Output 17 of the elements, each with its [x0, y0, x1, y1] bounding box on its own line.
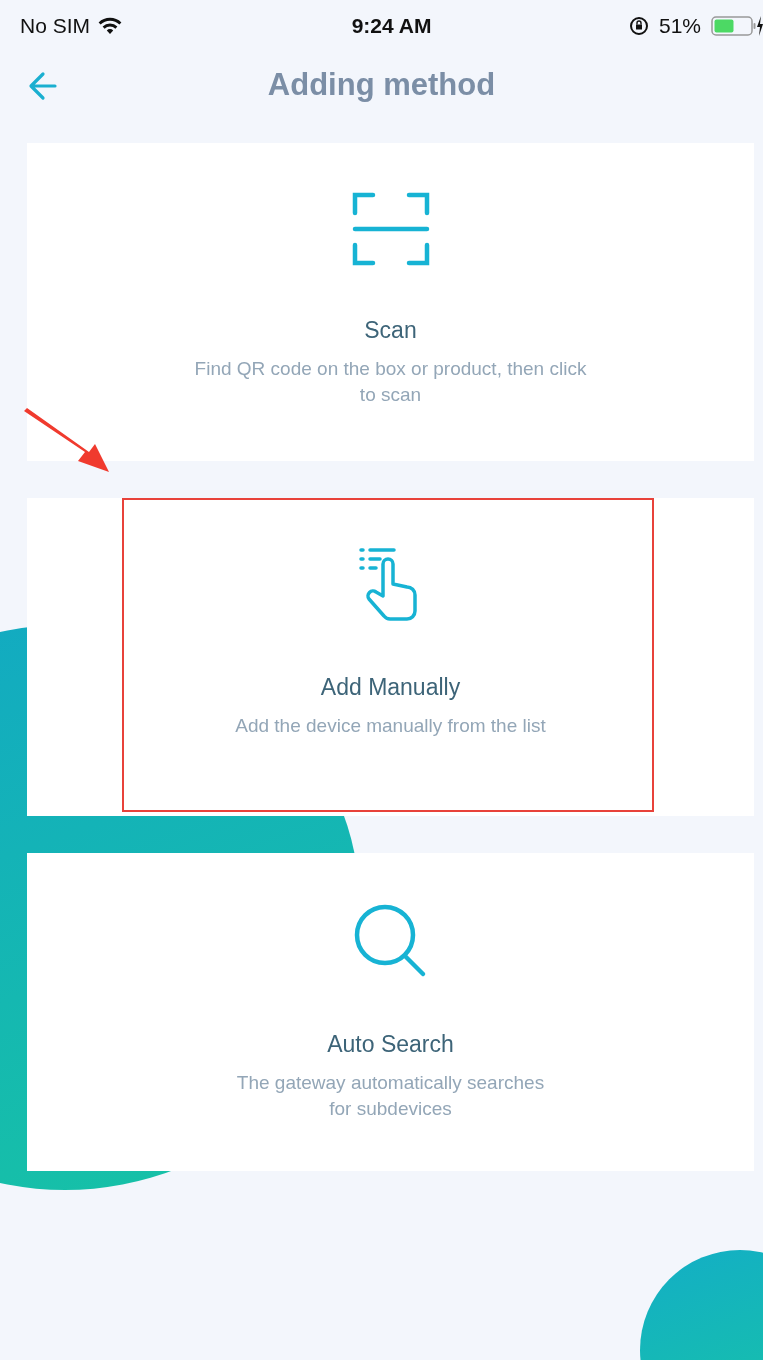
battery-charging-icon — [711, 15, 763, 37]
carrier-label: No SIM — [20, 14, 90, 38]
method-card[interactable]: Auto Search The gateway automatically searches for subdevices — [27, 853, 754, 1171]
clock-time: 9:24 AM — [351, 14, 432, 38]
method-description: The gateway automatically searches for subdevices — [236, 1071, 545, 1121]
method-title: Add Manually — [320, 674, 461, 701]
battery-percent: 51% — [658, 14, 701, 38]
orientation-lock-icon — [628, 16, 649, 36]
wifi-icon — [98, 17, 122, 35]
method-title: Auto Search — [327, 1031, 454, 1058]
method-title: Scan — [364, 317, 417, 344]
page-title: Adding method — [267, 67, 496, 103]
back-arrow-icon[interactable] — [27, 70, 59, 102]
method-description: Find QR code on the box or product, then click to scan — [194, 357, 587, 407]
method-description: Add the device manually from the list — [235, 714, 546, 738]
scan-frame-icon — [350, 191, 431, 267]
method-card[interactable]: Scan Find QR code on the box or product, then click to scan — [27, 143, 754, 461]
